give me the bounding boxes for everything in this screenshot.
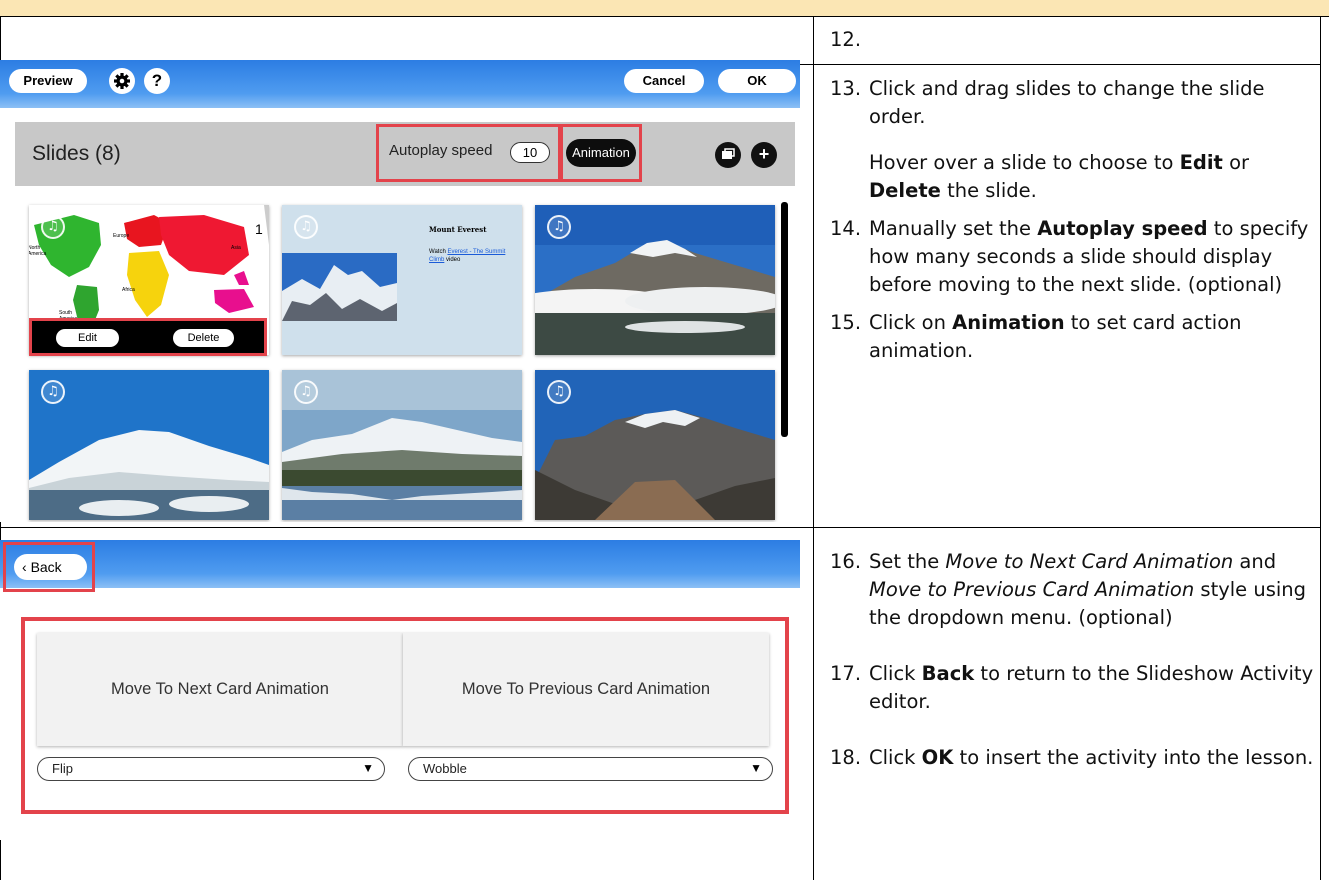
slide-thumbnail-6[interactable]: ♫ [535,370,775,520]
step-text: Click and drag slides to change the slid… [869,77,1265,128]
step-15: 15. Click on Animation to set card actio… [830,309,1322,365]
slide-hover-actions: Edit Delete [29,318,267,356]
slides-title: Slides (8) [32,142,121,165]
slides-scrollbar[interactable] [781,202,788,437]
next-card-animation-panel: Move To Next Card Animation [37,633,403,746]
back-highlight: ‹ Back [3,542,95,592]
music-note-icon: ♫ [294,215,318,239]
preview-button[interactable]: Preview [9,69,87,93]
step-14: 14. Manually set the Autoplay speed to s… [830,215,1322,299]
slides-header: Slides (8) Autoplay speed 10 Animation + [15,122,795,186]
mountain-photo [535,370,775,520]
map-label-asia: Asia [231,245,241,251]
chevron-left-icon: ‹ [22,559,27,575]
step-number: 14. [830,217,862,240]
ok-button[interactable]: OK [718,69,796,93]
slide2-text: Watch Everest - The Summit Climb video [429,249,506,263]
music-note-icon: ♫ [547,215,571,239]
slide-number: 1 [255,221,263,237]
step-text: Click on Animation to set card action an… [869,311,1242,362]
everest-photo [282,253,397,321]
animation-settings-screenshot: ‹ Back Move To Next Card Animation Move … [0,540,800,840]
steps-16-18: 16. Set the Move to Next Card Animation … [830,548,1322,782]
dropdown-value: Flip [52,761,73,776]
dropdown-arrow-icon: ▼ [750,761,762,775]
autoplay-speed-input[interactable]: 10 [510,142,550,163]
dropdown-value: Wobble [423,761,467,776]
step-number: 13. [830,77,862,100]
table-row-line [0,527,1321,528]
autoplay-highlight: Autoplay speed 10 [376,124,561,182]
step-text: Manually set the Autoplay speed to speci… [869,217,1309,296]
steps-13-15: 13. Click and drag slides to change the … [830,75,1322,375]
animation-toolbar: ‹ Back [0,540,800,592]
step-16: 16. Set the Move to Next Card Animation … [830,548,1322,632]
autoplay-label: Autoplay speed [389,142,493,159]
slide-thumbnail-4[interactable]: ♫ [29,370,269,520]
step-text: Click OK to insert the activity into the… [869,746,1314,769]
slide2-heading: Mount Everest [429,225,487,234]
back-label: Back [30,559,62,575]
step-text: Click Back to return to the Slideshow Ac… [869,662,1314,713]
music-note-icon: ♫ [294,380,318,404]
step-text: Set the Move to Next Card Animation and … [869,550,1307,629]
map-label-africa: Africa [122,287,135,293]
editor-toolbar: Preview ? Cancel OK [0,60,800,108]
slide-thumbnail-2[interactable]: ♫ Mount Everest Watch Everest - The Summ… [282,205,522,355]
music-note-icon: ♫ [41,215,65,239]
table-divider [813,17,814,880]
duplicate-icon[interactable] [715,142,741,168]
mountain-photo [29,370,269,520]
delete-slide-button[interactable]: Delete [173,329,234,347]
dropdown-arrow-icon: ▼ [362,761,374,775]
help-icon[interactable]: ? [144,68,170,94]
step-number: 17. [830,662,862,685]
music-note-icon: ♫ [547,380,571,404]
step-number: 18. [830,746,862,769]
mountain-photo [282,370,522,520]
step-13: 13. Click and drag slides to change the … [830,75,1322,205]
prev-card-animation-dropdown[interactable]: Wobble ▼ [408,757,773,781]
add-slide-button[interactable]: + [751,142,777,168]
slide-thumbnail-3[interactable]: ♫ [535,205,775,355]
step-12: 12. [830,26,1322,54]
back-button[interactable]: ‹ Back [14,554,87,580]
gear-icon[interactable] [109,68,135,94]
animation-highlight: Animation [560,124,642,182]
slide-thumbnail-5[interactable]: ♫ [282,370,522,520]
prev-card-animation-panel: Move To Previous Card Animation [403,633,769,746]
step-number: 12. [830,28,862,51]
step-18: 18. Click OK to insert the activity into… [830,744,1322,772]
map-label-north-america: North America [29,245,47,257]
header-strip [0,0,1329,17]
cancel-button[interactable]: Cancel [624,69,704,93]
step-text: Hover over a slide to choose to Edit or … [869,151,1250,202]
map-label-europe: Europe [113,233,130,239]
slideshow-editor-screenshot: Preview ? Cancel OK Slides (8) Autoplay … [0,60,800,522]
animation-options-highlight: Move To Next Card Animation Move To Prev… [21,617,789,814]
next-card-animation-dropdown[interactable]: Flip ▼ [37,757,385,781]
mountain-photo [535,205,775,355]
step-number: 15. [830,311,862,334]
step-17: 17. Click Back to return to the Slidesho… [830,660,1322,716]
step-number: 16. [830,550,862,573]
edit-slide-button[interactable]: Edit [56,329,119,347]
animation-button[interactable]: Animation [566,139,636,167]
music-note-icon: ♫ [41,380,65,404]
